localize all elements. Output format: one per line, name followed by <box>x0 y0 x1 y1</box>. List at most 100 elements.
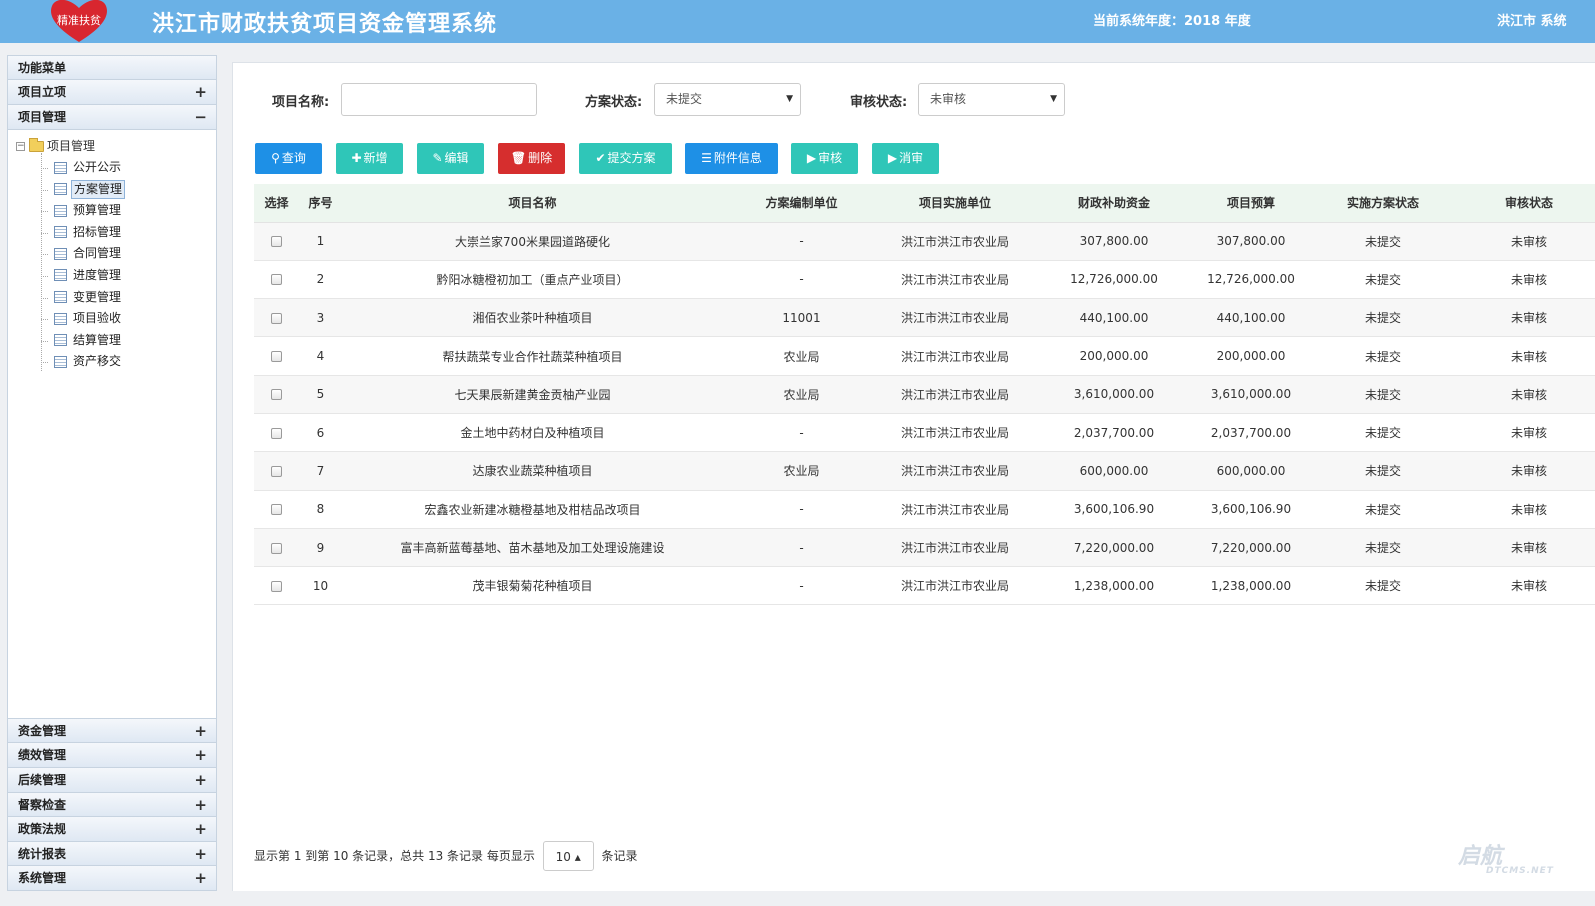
menu-group-label: 督察检查 <box>18 797 67 812</box>
tree-item-plan-management[interactable]: 方案管理 <box>41 179 216 201</box>
impl-unit-cell: 洪江市洪江市农业局 <box>880 375 1030 414</box>
document-icon <box>54 269 67 282</box>
tree-root-project-management[interactable]: − 项目管理 <box>8 135 216 157</box>
subsidy-cell: 307,800.00 <box>1030 222 1198 261</box>
menu-group-project-setup[interactable]: 项目立项 + <box>8 80 216 105</box>
table-row[interactable]: 3 湘佰农业茶叶种植项目 11001 洪江市洪江市农业局 440,100.00 440,1… <box>254 298 1595 338</box>
row-checkbox[interactable] <box>271 274 282 286</box>
table-row[interactable]: 9 富丰高新蓝莓基地、苗木基地及加工处理设施建设 - 洪江市洪江市农业局 7,220,0… <box>254 528 1595 568</box>
plan-status-label: 方案状态: <box>585 95 643 110</box>
row-checkbox[interactable] <box>271 236 282 248</box>
row-number: 8 <box>299 490 342 529</box>
menu-group-reports[interactable]: 统计报表 + <box>8 840 216 866</box>
table-row[interactable]: 7 达康农业蔬菜种植项目 农业局 洪江市洪江市农业局 600,000.00 600,000… <box>254 451 1595 491</box>
column-header[interactable]: 财政补助资金 <box>1030 184 1198 223</box>
column-header[interactable]: 审核状态 <box>1462 184 1595 223</box>
query-button[interactable]: ⚲ 查询 <box>255 143 322 174</box>
table-row[interactable]: 8 宏鑫农业新建冰糖橙基地及柑桔品改项目 - 洪江市洪江市农业局 3,600,106.9… <box>254 490 1595 529</box>
column-header[interactable]: 方案编制单位 <box>723 184 880 223</box>
tree-item-public-notice[interactable]: 公开公示 <box>41 157 216 179</box>
tree-item-settlement-management[interactable]: 结算管理 <box>41 330 216 352</box>
plan-unit-cell: 农业局 <box>723 375 880 414</box>
row-checkbox[interactable] <box>271 580 282 592</box>
add-button[interactable]: ✚ 新增 <box>336 143 403 174</box>
row-checkbox[interactable] <box>271 504 282 516</box>
row-checkbox[interactable] <box>271 427 282 439</box>
audit-button[interactable]: ▶ 审核 <box>791 143 858 174</box>
project-name-cell: 茂丰银菊菊花种植项目 <box>342 566 723 606</box>
dropdown-arrow-icon: ▼ <box>786 94 793 104</box>
audit-status-cell: 未审核 <box>1462 413 1595 453</box>
document-icon <box>54 161 67 174</box>
select-cell <box>254 528 299 568</box>
audit-status-select[interactable]: 未审核 ▼ <box>918 83 1065 116</box>
column-header[interactable]: 实施方案状态 <box>1304 184 1462 223</box>
column-header[interactable]: 项目实施单位 <box>880 184 1030 223</box>
impl-unit-cell: 洪江市洪江市农业局 <box>880 528 1030 568</box>
tree-root-label: 项目管理 <box>47 139 96 153</box>
column-header[interactable]: 序号 <box>299 184 342 223</box>
row-number: 3 <box>299 298 342 338</box>
menu-group-label: 统计报表 <box>18 846 67 861</box>
plan-unit-cell: - <box>723 490 880 529</box>
impl-unit-cell: 洪江市洪江市农业局 <box>880 566 1030 606</box>
tree-item-contract-management[interactable]: 合同管理 <box>41 243 216 265</box>
document-icon <box>54 312 67 325</box>
app-title: 洪江市财政扶贫项目资金管理系统 <box>152 12 498 37</box>
expand-icon: + <box>194 844 207 863</box>
row-checkbox[interactable] <box>271 312 282 324</box>
row-checkbox[interactable] <box>271 465 282 477</box>
project-name-cell: 富丰高新蓝莓基地、苗木基地及加工处理设施建设 <box>342 528 723 568</box>
tree-item-change-management[interactable]: 变更管理 <box>41 287 216 309</box>
audit-status-cell: 未审核 <box>1462 375 1595 414</box>
menu-group-followup-management[interactable]: 后续管理 + <box>8 767 216 792</box>
tree-item-asset-transfer[interactable]: 资产移交 <box>41 351 216 373</box>
row-checkbox[interactable] <box>271 389 282 401</box>
table-row[interactable]: 6 金土地中药材白及种植项目 - 洪江市洪江市农业局 2,037,700.00 2,037… <box>254 413 1595 453</box>
tree-collapse-icon[interactable]: − <box>16 142 25 151</box>
menu-group-performance-management[interactable]: 绩效管理 + <box>8 742 216 768</box>
document-icon <box>54 226 67 239</box>
tree-item-project-acceptance[interactable]: 项目验收 <box>41 308 216 330</box>
menu-group-system-management[interactable]: 系统管理 + <box>8 865 216 890</box>
document-icon <box>54 355 67 368</box>
plan-status-select[interactable]: 未提交 ▼ <box>654 83 801 116</box>
budget-cell: 200,000.00 <box>1198 336 1304 376</box>
impl-unit-cell: 洪江市洪江市农业局 <box>880 336 1030 376</box>
edit-button[interactable]: ✎ 编辑 <box>417 143 484 174</box>
watermark: 启航 DTCMS.NET <box>1458 838 1554 876</box>
column-header[interactable]: 项目预算 <box>1198 184 1304 223</box>
table-row[interactable]: 4 帮扶蔬菜专业合作社蔬菜种植项目 农业局 洪江市洪江市农业局 200,000.00 20… <box>254 336 1595 376</box>
select-cell <box>254 298 299 338</box>
budget-cell: 3,610,000.00 <box>1198 375 1304 414</box>
attachments-button[interactable]: ☰ 附件信息 <box>685 143 778 174</box>
tree-item-bidding-management[interactable]: 招标管理 <box>41 222 216 244</box>
table-row[interactable]: 2 黔阳冰糖橙初加工（重点产业项目） - 洪江市洪江市农业局 12,726,000.00… <box>254 260 1595 300</box>
select-cell <box>254 336 299 376</box>
table-row[interactable]: 5 七天果辰新建黄金贡柚产业园 农业局 洪江市洪江市农业局 3,610,000.00 3,… <box>254 375 1595 414</box>
menu-group-policies[interactable]: 政策法规 + <box>8 816 216 841</box>
page-size-select[interactable]: 10 ▴ <box>542 841 594 871</box>
delete-button[interactable]: 🗑 删除 <box>498 143 565 174</box>
subsidy-cell: 12,726,000.00 <box>1030 260 1198 300</box>
row-number: 9 <box>299 528 342 568</box>
column-header[interactable]: 项目名称 <box>342 184 723 223</box>
expand-icon: + <box>194 771 207 790</box>
menu-group-project-management[interactable]: 项目管理 − <box>8 105 216 130</box>
main-panel: 项目名称: 方案状态: 未提交 ▼ 审核状态: 未审核 ▼ ⚲ 查询 ✚ 新增 ✎ 编… <box>232 62 1595 891</box>
submit-plan-button[interactable]: ✔ 提交方案 <box>579 143 672 174</box>
pencil-icon: ✎ <box>432 151 443 165</box>
audit-status-cell: 未审核 <box>1462 336 1595 376</box>
row-checkbox[interactable] <box>271 542 282 554</box>
menu-group-fund-management[interactable]: 资金管理 + <box>8 717 216 743</box>
project-name-input[interactable] <box>341 83 537 116</box>
tree-item-budget-management[interactable]: 预算管理 <box>41 200 216 222</box>
menu-group-inspection[interactable]: 督察检查 + <box>8 791 216 817</box>
play-icon: ▶ <box>887 151 898 165</box>
table-row[interactable]: 1 大崇兰家700米果园道路硬化 - 洪江市洪江市农业局 307,800.00 307,8… <box>254 222 1595 261</box>
tree-item-progress-management[interactable]: 进度管理 <box>41 265 216 287</box>
table-row[interactable]: 10 茂丰银菊菊花种植项目 - 洪江市洪江市农业局 1,238,000.00 1,238,… <box>254 566 1595 606</box>
row-checkbox[interactable] <box>271 351 282 363</box>
plan-unit-cell: 农业局 <box>723 451 880 491</box>
cancel-audit-button[interactable]: ▶ 消审 <box>872 143 939 174</box>
